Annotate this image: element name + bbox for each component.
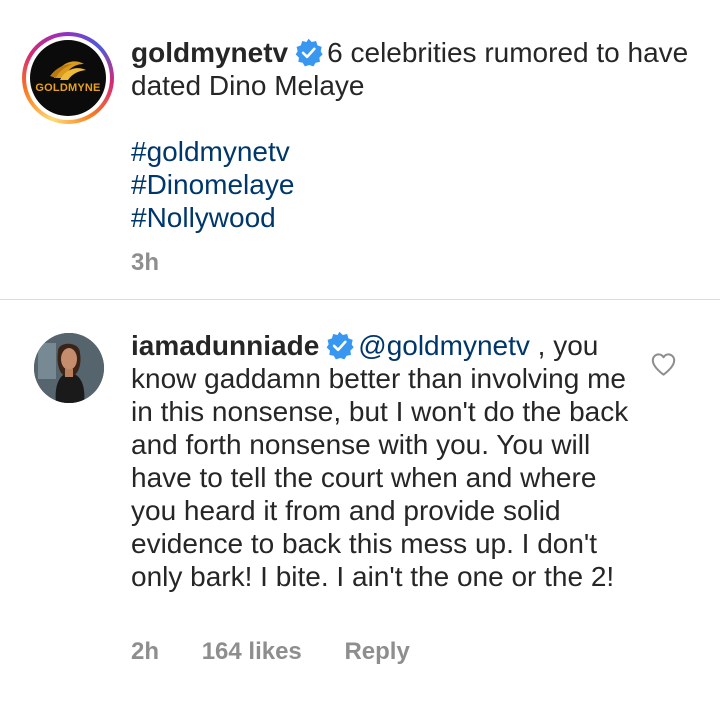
- hashtag-nollywood[interactable]: #Nollywood: [131, 201, 691, 234]
- post-timestamp: 3h: [131, 249, 160, 276]
- hashtag-dinomelaye[interactable]: #Dinomelaye: [131, 168, 691, 201]
- iamadunniade-avatar[interactable]: [34, 333, 104, 403]
- comment-actions: 2h 164 likes Reply: [131, 638, 446, 666]
- logo-text: GOLDMYNE: [35, 82, 101, 94]
- comment-text: , you know gaddamn better than involving…: [131, 330, 629, 592]
- comment-username[interactable]: iamadunniade: [131, 330, 319, 361]
- verified-badge-icon: [326, 331, 354, 360]
- comment-mention[interactable]: @goldmynetv: [358, 330, 530, 361]
- comment-body: iamadunniade @goldmynetv , you know gadd…: [131, 329, 631, 593]
- hashtag-goldmynetv[interactable]: #goldmynetv: [131, 135, 691, 168]
- divider: [0, 299, 720, 300]
- comment-timestamp: 2h: [131, 638, 160, 665]
- goldmyne-logo-icon: [50, 61, 86, 80]
- verified-badge-icon: [295, 38, 323, 67]
- heart-outline-icon[interactable]: [650, 351, 677, 378]
- post-username[interactable]: goldmynetv: [131, 37, 288, 68]
- post-avatar-story-ring[interactable]: GOLDMYNE: [22, 32, 114, 124]
- reply-button[interactable]: Reply: [344, 638, 409, 665]
- goldmynetv-avatar[interactable]: GOLDMYNE: [30, 40, 106, 116]
- post-caption: GOLDMYNE goldmynetv 6 celebrities rumore…: [0, 0, 720, 300]
- comment-likes-count[interactable]: 164 likes: [202, 638, 302, 665]
- profile-photo-icon: [34, 333, 104, 403]
